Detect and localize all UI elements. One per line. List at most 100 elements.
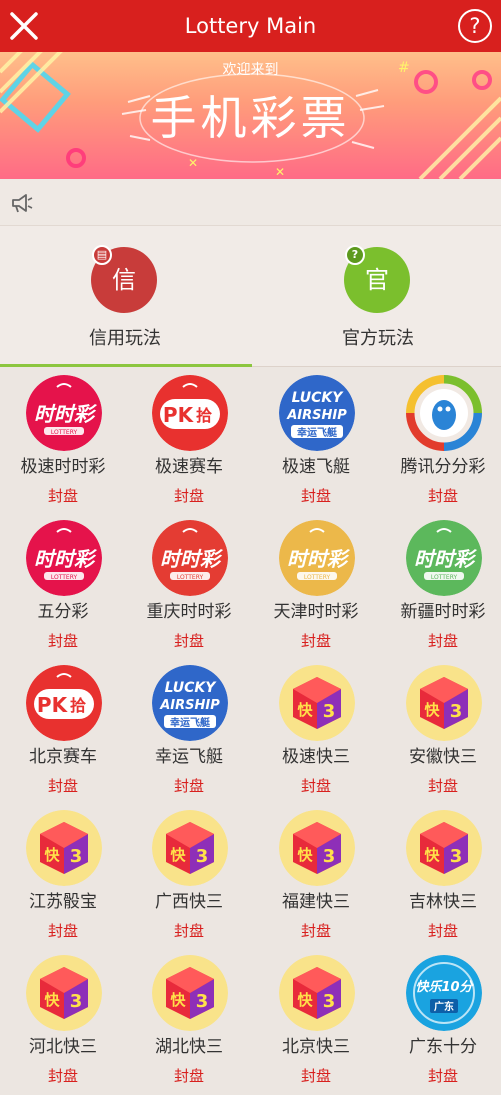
svg-text:幸运飞艇: 幸运飞艇 bbox=[297, 426, 338, 439]
tab-credit-play[interactable]: 信 ▤ 信用玩法 bbox=[0, 226, 250, 367]
kuai3-icon: 快 3 bbox=[279, 665, 355, 741]
banner-welcome: 欢迎来到 bbox=[222, 62, 279, 78]
game-item[interactable]: LUCKY AIRSHIP 幸运飞艇 极速飞艇 封盘 bbox=[253, 367, 379, 512]
game-name: 腾讯分分彩 bbox=[400, 457, 486, 477]
svg-text:幸运飞艇: 幸运飞艇 bbox=[170, 716, 211, 729]
game-name: 极速赛车 bbox=[155, 457, 223, 477]
game-item[interactable]: 时时彩 LOTTERY 五分彩封盘 bbox=[0, 512, 126, 657]
game-item[interactable]: 时时彩 LOTTERY 天津时时彩 封盘 bbox=[253, 512, 379, 657]
svg-text:时时彩: 时时彩 bbox=[34, 547, 98, 571]
help-button[interactable]: ? bbox=[458, 9, 492, 43]
svg-text:AIRSHIP: AIRSHIP bbox=[159, 698, 220, 713]
svg-text:拾: 拾 bbox=[70, 696, 86, 715]
game-status: 封盘 bbox=[47, 487, 78, 505]
game-item[interactable]: 快 3 安徽快三 封盘 bbox=[380, 657, 501, 802]
game-name: 极速快三 bbox=[282, 747, 350, 767]
game-grid: 时时彩 LOTTERY 极速时时彩 封盘 PK 拾极速赛车 封盘 LUCKY AIRS… bbox=[0, 367, 501, 1095]
svg-text:LOTTERY: LOTTERY bbox=[304, 574, 331, 581]
game-name: 吉林快三 bbox=[409, 892, 477, 912]
lucky-airship-icon: LUCKY AIRSHIP 幸运飞艇 bbox=[152, 665, 228, 741]
game-item[interactable]: LUCKY AIRSHIP 幸运飞艇 幸运飞艇 封盘 bbox=[126, 657, 252, 802]
svg-text:3: 3 bbox=[196, 846, 209, 867]
svg-text:广东: 广东 bbox=[434, 1000, 454, 1013]
svg-text:快乐10分: 快乐10分 bbox=[415, 979, 474, 995]
svg-text:3: 3 bbox=[450, 846, 463, 867]
kuai3-icon: 快 3 bbox=[152, 810, 228, 886]
svg-text:AIRSHIP: AIRSHIP bbox=[286, 408, 347, 423]
help-icon: ? bbox=[469, 14, 481, 38]
game-name: 广西快三 bbox=[155, 892, 223, 912]
game-name: 天津时时彩 bbox=[273, 602, 359, 622]
svg-text:3: 3 bbox=[70, 846, 83, 867]
game-status: 封盘 bbox=[173, 1067, 204, 1085]
game-item[interactable]: 快 3 广西快三封盘 bbox=[126, 802, 252, 947]
svg-text:3: 3 bbox=[70, 991, 83, 1012]
kuaile10-icon: 快乐10分 广东 bbox=[406, 955, 482, 1031]
game-status: 封盘 bbox=[173, 487, 204, 505]
game-status: 封盘 bbox=[47, 777, 78, 795]
svg-text:快: 快 bbox=[44, 846, 60, 864]
promo-banner[interactable]: # ✕ ✕ 欢迎来到 手机彩票 bbox=[0, 52, 501, 179]
lucky-airship-icon: LUCKY AIRSHIP 幸运飞艇 bbox=[279, 375, 355, 451]
svg-text:LOTTERY: LOTTERY bbox=[177, 574, 204, 581]
game-item[interactable]: 时时彩 LOTTERY 极速时时彩 封盘 bbox=[0, 367, 126, 512]
kuai3-icon: 快 3 bbox=[279, 955, 355, 1031]
banner-title: 手机彩票 bbox=[150, 91, 351, 145]
svg-text:快: 快 bbox=[297, 991, 313, 1009]
game-name: 广东十分 bbox=[409, 1037, 477, 1057]
game-name: 极速时时彩 bbox=[20, 457, 106, 477]
game-item[interactable]: 快 3 江苏骰宝封盘 bbox=[0, 802, 126, 947]
svg-text:LOTTERY: LOTTERY bbox=[51, 429, 78, 436]
svg-text:时时彩: 时时彩 bbox=[160, 547, 224, 571]
game-status: 封盘 bbox=[47, 632, 78, 650]
game-status: 封盘 bbox=[300, 632, 331, 650]
game-name: 江苏骰宝 bbox=[29, 892, 97, 912]
shishicai-red-icon: 时时彩 LOTTERY bbox=[26, 520, 102, 596]
svg-text:3: 3 bbox=[196, 991, 209, 1012]
svg-text:拾: 拾 bbox=[196, 406, 212, 425]
kuai3-icon: 快 3 bbox=[26, 955, 102, 1031]
game-name: 北京赛车 bbox=[29, 747, 97, 767]
game-name: 新疆时时彩 bbox=[400, 602, 486, 622]
qq-penguin-icon bbox=[406, 375, 482, 451]
game-name: 重庆时时彩 bbox=[146, 602, 232, 622]
game-status: 封盘 bbox=[427, 632, 458, 650]
shishicai-redorange-icon: 时时彩 LOTTERY bbox=[152, 520, 228, 596]
svg-text:快: 快 bbox=[44, 991, 60, 1009]
game-item[interactable]: 快 3 湖北快三 封盘 bbox=[126, 947, 252, 1092]
page-title: Lottery Main bbox=[184, 14, 317, 38]
kuai3-icon: 快 3 bbox=[26, 810, 102, 886]
game-item[interactable]: 时时彩 LOTTERY 新疆时时彩 封盘 bbox=[380, 512, 501, 657]
game-item[interactable]: 快 3 吉林快三封盘 bbox=[380, 802, 501, 947]
app-header: Lottery Main ? bbox=[0, 0, 501, 52]
game-status: 封盘 bbox=[173, 632, 204, 650]
game-status: 封盘 bbox=[427, 922, 458, 940]
kuai3-icon: 快 3 bbox=[406, 810, 482, 886]
svg-text:PK: PK bbox=[163, 403, 195, 427]
game-item[interactable]: PK 拾极速赛车封盘 bbox=[126, 367, 252, 512]
game-status: 封盘 bbox=[300, 1067, 331, 1085]
game-item[interactable]: PK 拾北京赛车封盘 bbox=[0, 657, 126, 802]
tab-official-play[interactable]: 官 ? 官方玩法 bbox=[253, 226, 501, 367]
notice-bar[interactable] bbox=[0, 179, 501, 226]
game-item[interactable]: 快 3 河北快三 封盘 bbox=[0, 947, 126, 1092]
svg-text:3: 3 bbox=[323, 846, 336, 867]
game-item[interactable]: 快乐10分 广东广东十分封盘 bbox=[380, 947, 501, 1092]
svg-text:LOTTERY: LOTTERY bbox=[51, 574, 78, 581]
game-status: 封盘 bbox=[300, 922, 331, 940]
game-status: 封盘 bbox=[47, 922, 78, 940]
tab-label: 信用玩法 bbox=[89, 328, 161, 349]
question-badge-icon: ? bbox=[345, 245, 365, 265]
pk10-icon: PK 拾 bbox=[26, 665, 102, 741]
pk10-icon: PK 拾 bbox=[152, 375, 228, 451]
game-name: 五分彩 bbox=[37, 602, 89, 622]
game-status: 封盘 bbox=[427, 1067, 458, 1085]
game-item[interactable]: 腾讯分分彩 封盘 bbox=[380, 367, 501, 512]
game-item[interactable]: 快 3 北京快三 封盘 bbox=[253, 947, 379, 1092]
svg-text:✕: ✕ bbox=[188, 156, 198, 170]
game-item[interactable]: 时时彩 LOTTERY 重庆时时彩封盘 bbox=[126, 512, 252, 657]
svg-text:时时彩: 时时彩 bbox=[414, 547, 478, 571]
game-item[interactable]: 快 3 极速快三 封盘 bbox=[253, 657, 379, 802]
game-item[interactable]: 快 3 福建快三 封盘 bbox=[253, 802, 379, 947]
game-status: 封盘 bbox=[173, 922, 204, 940]
